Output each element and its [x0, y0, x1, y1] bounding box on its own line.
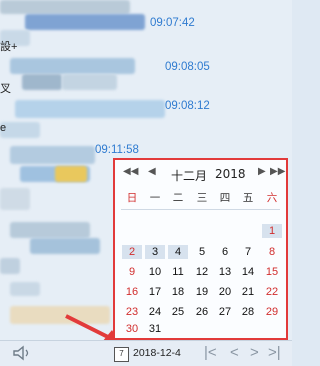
calendar-day[interactable]: 31 — [145, 322, 165, 336]
status-bar: 7 2018-12-4 |< < > >| — [0, 340, 292, 366]
message-timestamp: 09:11:58 — [95, 144, 139, 156]
calendar-icon[interactable]: 7 — [114, 347, 129, 362]
prev-month-icon[interactable]: ◀ — [148, 166, 156, 177]
calendar-day[interactable]: 29 — [262, 305, 282, 319]
redacted-block — [10, 282, 40, 296]
calendar-day[interactable]: 7 — [238, 245, 258, 259]
prev-page-icon[interactable]: < — [230, 344, 239, 361]
calendar-day[interactable]: 14 — [238, 265, 258, 279]
weekday-label: 六 — [266, 192, 278, 204]
calendar-day[interactable]: 10 — [145, 265, 165, 279]
calendar-day[interactable]: 3 — [145, 245, 165, 259]
calendar-day[interactable]: 20 — [215, 285, 235, 299]
weekday-label: 一 — [149, 192, 161, 204]
selected-date[interactable]: 2018-12-4 — [133, 347, 181, 359]
redacted-block — [10, 222, 90, 238]
calendar-day[interactable]: 21 — [238, 285, 258, 299]
calendar-day[interactable]: 1 — [262, 224, 282, 238]
redacted-block — [62, 74, 117, 90]
next-month-icon[interactable]: ▶ — [258, 166, 266, 177]
speaker-icon[interactable] — [12, 345, 32, 361]
calendar-day[interactable]: 23 — [122, 305, 142, 319]
calendar-day[interactable]: 12 — [192, 265, 212, 279]
calendar-month-label: 十二月 — [171, 169, 208, 183]
redacted-block — [15, 100, 165, 118]
calendar-day[interactable]: 18 — [168, 285, 188, 299]
message-fragment: e — [0, 122, 7, 134]
redacted-block — [10, 58, 135, 74]
calendar-day[interactable]: 8 — [262, 245, 282, 259]
redacted-block — [0, 0, 130, 14]
weekday-label: 日 — [126, 192, 138, 204]
weekday-divider — [121, 209, 280, 210]
redacted-block — [22, 74, 62, 90]
message-timestamp: 09:08:05 — [165, 61, 210, 73]
calendar-day[interactable]: 15 — [262, 265, 282, 279]
calendar-day[interactable]: 16 — [122, 285, 142, 299]
calendar-day[interactable]: 6 — [215, 245, 235, 259]
calendar-day[interactable]: 30 — [122, 322, 142, 336]
calendar-day[interactable]: 19 — [192, 285, 212, 299]
calendar-day[interactable]: 9 — [122, 265, 142, 279]
last-page-icon[interactable]: >| — [268, 344, 281, 361]
calendar-day[interactable]: 5 — [192, 245, 212, 259]
next-year-icon[interactable]: ▶▶ — [270, 166, 285, 177]
calendar-day[interactable]: 17 — [145, 285, 165, 299]
calendar-day[interactable]: 13 — [215, 265, 235, 279]
calendar-day[interactable]: 2 — [122, 245, 142, 259]
prev-year-icon[interactable]: ◀◀ — [123, 166, 138, 177]
calendar-day[interactable]: 25 — [168, 305, 188, 319]
calendar-day[interactable]: 4 — [168, 245, 188, 259]
next-page-icon[interactable]: > — [250, 344, 259, 361]
message-timestamp: 09:07:42 — [150, 17, 195, 29]
message-fragment: 設+ — [0, 41, 18, 53]
redacted-block — [10, 146, 95, 164]
calendar-day[interactable]: 22 — [262, 285, 282, 299]
calendar-header: ◀◀ ◀ 十二月 2018 ▶ ▶▶ — [115, 160, 286, 188]
message-fragment: 叉 — [0, 83, 11, 95]
calendar-year-label: 2018 — [215, 167, 246, 181]
weekday-label: 二 — [172, 192, 184, 204]
calendar-day[interactable]: 26 — [192, 305, 212, 319]
redacted-block — [0, 258, 20, 274]
calendar-day[interactable]: 28 — [238, 305, 258, 319]
message-timestamp: 09:08:12 — [165, 100, 210, 112]
redacted-block — [25, 14, 145, 30]
calendar-day[interactable]: 24 — [145, 305, 165, 319]
redacted-block — [0, 188, 30, 210]
redacted-block — [30, 238, 100, 254]
calendar-day[interactable]: 11 — [168, 265, 188, 279]
first-page-icon[interactable]: |< — [204, 344, 217, 361]
calendar-day[interactable]: 27 — [215, 305, 235, 319]
weekday-label: 三 — [196, 192, 208, 204]
weekday-label: 五 — [242, 192, 254, 204]
weekday-label: 四 — [219, 192, 231, 204]
redacted-block — [55, 166, 87, 182]
calendar-popup: ◀◀ ◀ 十二月 2018 ▶ ▶▶ 日一二三四五六 1 2 3 4 5 6 7 8 9 10 11… — [113, 158, 288, 340]
